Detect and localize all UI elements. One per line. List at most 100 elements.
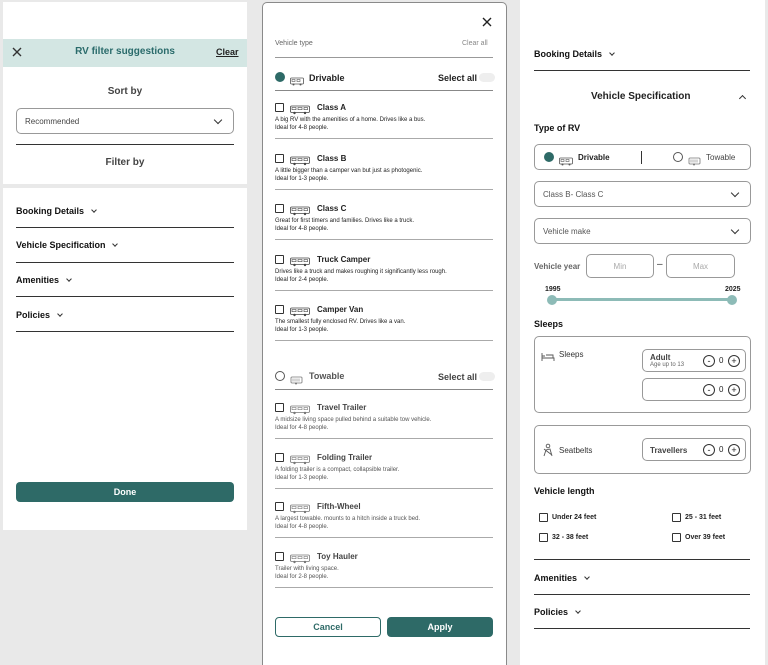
length-label: 25 - 31 feet — [685, 514, 722, 521]
year-slider-max-handle[interactable] — [727, 295, 737, 305]
policies-toggle[interactable]: Policies — [534, 607, 581, 617]
seatbelts-label: Seatbelts — [559, 446, 593, 455]
motorhome-icon — [559, 153, 573, 171]
divider — [534, 594, 750, 595]
adult-sublabel: Age up to 13 — [650, 362, 685, 368]
chevron-down-icon — [583, 574, 590, 580]
rv-filter-panel: RV filter suggestions Clear Sort by Reco… — [3, 2, 247, 530]
travellers-plus-button[interactable]: + — [728, 444, 740, 456]
class-select[interactable]: Class B- Class C — [534, 181, 751, 207]
divider — [16, 331, 234, 332]
chevron-up-icon[interactable] — [738, 94, 747, 103]
vehicle-type-title: Class A — [317, 103, 347, 112]
towable-radio[interactable] — [673, 152, 683, 162]
booking-details-toggle[interactable]: Booking Details — [534, 49, 615, 59]
travellers-count: 0 — [719, 445, 724, 454]
vehicle-type-description: A midsize living space pulled behind a s… — [275, 416, 495, 432]
clear-link[interactable]: Clear — [216, 47, 239, 57]
section-booking-details[interactable]: Booking Details — [16, 206, 97, 216]
vehicle-type-description: The smallest fully enclosed RV. Drives l… — [275, 318, 495, 334]
close-icon[interactable] — [482, 17, 492, 27]
apply-button[interactable]: Apply — [387, 617, 493, 637]
section-amenities[interactable]: Amenities — [16, 275, 72, 285]
adult-stepper: Adult Age up to 13 - 0 + — [642, 349, 746, 372]
vehicle-type-capacity: Ideal for 2-8 people. — [275, 574, 329, 581]
drivable-radio[interactable] — [544, 152, 554, 162]
child-minus-button[interactable]: - — [703, 384, 715, 396]
towable-radio[interactable] — [275, 371, 285, 381]
sleeps-heading: Sleeps — [534, 319, 564, 329]
seatbelts-box: Seatbelts Travellers - 0 + — [534, 425, 751, 474]
vehicle-type-description: A folding trailer is a compact, collapsi… — [275, 466, 495, 482]
filter-heading: Filter by — [105, 157, 145, 168]
vehicle-type-checkbox[interactable] — [275, 153, 284, 163]
select-all-drivable-toggle[interactable] — [479, 73, 495, 82]
divider — [534, 628, 750, 629]
vehicle-type-checkbox[interactable] — [275, 552, 284, 562]
vehicle-type-title: Fifth-Wheel — [317, 502, 361, 512]
vehicle-type-capacity: Ideal for 4-8 people. — [275, 425, 329, 431]
vehicle-type-description: Trailer with living space. Ideal for 2-8 … — [275, 565, 495, 581]
vehicle-type-title: Truck Camper — [317, 254, 371, 264]
adult-plus-button[interactable]: + — [728, 355, 740, 367]
year-min-input[interactable]: Min — [586, 254, 654, 278]
vehicle-type-desc-line: A midsize living space pulled behind a s… — [275, 417, 432, 423]
chevron-down-icon — [112, 241, 118, 247]
vehicle-type-description: Drives like a truck and makes roughing i… — [275, 268, 495, 284]
chevron-down-icon — [90, 207, 97, 213]
length-checkbox-under-24[interactable] — [539, 513, 548, 522]
divider — [16, 227, 234, 228]
travellers-minus-button[interactable]: - — [703, 444, 715, 456]
select-all-towable-label: Select all — [438, 372, 478, 382]
drivable-radio[interactable] — [275, 72, 285, 82]
length-checkbox-25-31[interactable] — [672, 513, 681, 522]
vehicle-type-checkbox[interactable] — [275, 502, 284, 512]
divider — [275, 487, 493, 489]
vehicle-type-capacity: Ideal for 1-3 people. — [275, 175, 329, 182]
child-plus-button[interactable]: + — [728, 384, 740, 396]
vehicle-type-capacity: Ideal for 4-8 people. — [275, 125, 329, 131]
year-slider-min-handle[interactable] — [547, 295, 557, 305]
divider — [275, 188, 493, 190]
done-button[interactable]: Done — [16, 482, 234, 502]
vehicle-type-description: Great for first timers and families. Dri… — [275, 217, 495, 233]
select-all-towable-toggle[interactable] — [479, 372, 495, 381]
vehicle-type-checkbox[interactable] — [275, 254, 284, 264]
spec-title: Vehicle Specification — [591, 91, 691, 102]
length-label: Under 24 feet — [552, 514, 597, 521]
section-vehicle-specification[interactable]: Vehicle Specification — [16, 240, 118, 250]
vehicle-type-title: Toy Hauler — [317, 552, 358, 562]
make-select[interactable]: Vehicle make — [534, 218, 751, 244]
bed-icon — [541, 349, 555, 367]
length-label: 32 - 38 feet — [552, 534, 589, 541]
vehicle-type-header: Vehicle type — [275, 40, 313, 47]
vehicle-type-checkbox[interactable] — [275, 305, 284, 314]
vehicle-type-checkbox[interactable] — [275, 103, 284, 112]
drivable-label: Drivable — [309, 73, 345, 83]
seatbelt-icon — [541, 443, 555, 462]
vehicle-type-desc-line: Trailer with living space. — [275, 566, 339, 573]
vehicle-type-checkbox[interactable] — [275, 204, 284, 213]
year-dash: – — [657, 259, 663, 270]
amenities-toggle[interactable]: Amenities — [534, 573, 590, 583]
vehicle-type-checkbox[interactable] — [275, 403, 284, 412]
chevron-down-icon — [213, 115, 223, 125]
chevron-down-icon — [56, 311, 63, 317]
sort-heading: Sort by — [107, 86, 143, 97]
vehicle-type-capacity: Ideal for 4-8 people. — [275, 226, 329, 232]
length-checkbox-32-38[interactable] — [539, 533, 548, 542]
divider — [275, 57, 493, 58]
length-checkbox-over-39[interactable] — [672, 533, 681, 542]
adult-count: 0 — [719, 356, 724, 365]
section-policies[interactable]: Policies — [16, 310, 63, 320]
vehicle-type-capacity: Ideal for 4-8 people. — [275, 524, 329, 531]
divider — [275, 537, 493, 539]
clear-all-link[interactable]: Clear all — [462, 40, 488, 47]
vehicle-type-checkbox[interactable] — [275, 452, 284, 462]
adult-minus-button[interactable]: - — [703, 355, 715, 367]
year-max-input[interactable]: Max — [666, 254, 735, 278]
cancel-button[interactable]: Cancel — [275, 617, 381, 637]
vehicle-type-description: A largest towable. mounts to a hitch ins… — [275, 515, 495, 531]
sort-select[interactable]: Recommended — [16, 108, 234, 134]
adult-label: Adult — [650, 353, 671, 362]
